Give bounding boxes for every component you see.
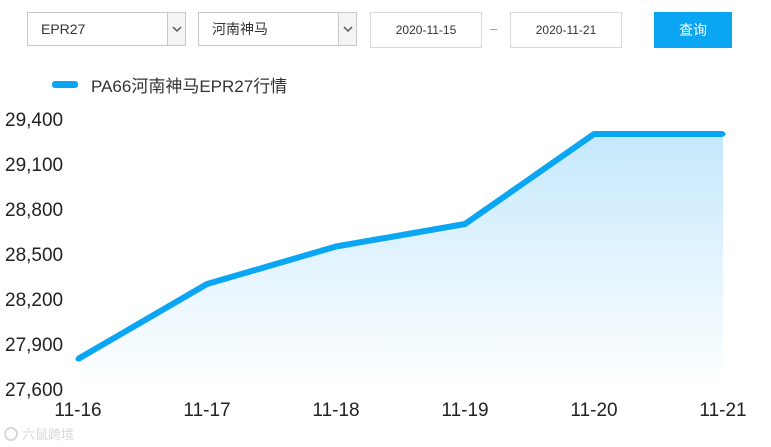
chart-legend[interactable]: PA66河南神马EPR27行情 xyxy=(52,72,287,97)
y-tick-label: 27,900 xyxy=(5,335,63,356)
data-point[interactable] xyxy=(591,131,597,137)
manufacturer-select-value: 河南神马 xyxy=(212,21,268,37)
legend-label: PA66河南神马EPR27行情 xyxy=(91,77,288,96)
start-date-input[interactable]: 2020-11-15 xyxy=(370,12,482,48)
chevron-down-icon[interactable] xyxy=(338,13,356,45)
chevron-down-icon[interactable] xyxy=(167,13,185,45)
grade-select[interactable]: EPR27 xyxy=(27,12,186,46)
y-axis: 27,600 27,900 28,200 28,500 28,800 29,100 29,4… xyxy=(5,110,63,401)
query-button[interactable]: 查询 xyxy=(654,12,732,48)
plot-area xyxy=(75,131,726,389)
data-point[interactable] xyxy=(204,281,210,287)
x-tick-label: 11-19 xyxy=(441,400,488,421)
x-axis: 11-16 11-17 11-18 11-19 11-20 11-21 xyxy=(54,400,746,421)
watermark-logo-icon xyxy=(4,426,18,441)
price-area-chart: 27,600 27,900 28,200 28,500 28,800 29,100 29,4… xyxy=(5,110,747,421)
grade-select-value: EPR27 xyxy=(41,21,86,37)
date-range-separator: – xyxy=(490,21,498,36)
series-area xyxy=(78,134,723,389)
x-tick-label: 11-17 xyxy=(183,400,230,421)
watermark: 六鼠跨境 xyxy=(4,424,74,443)
x-tick-label: 11-20 xyxy=(570,400,617,421)
y-tick-label: 29,100 xyxy=(5,155,63,176)
y-tick-label: 28,200 xyxy=(5,290,63,311)
data-point[interactable] xyxy=(720,131,726,137)
x-tick-label: 11-18 xyxy=(312,400,359,421)
x-tick-label: 11-21 xyxy=(699,400,746,421)
watermark-text: 六鼠跨境 xyxy=(22,427,75,442)
y-tick-label: 28,500 xyxy=(5,245,63,266)
data-point[interactable] xyxy=(462,221,468,227)
data-point[interactable] xyxy=(333,244,339,249)
x-tick-label: 11-16 xyxy=(54,400,101,421)
y-tick-label: 29,400 xyxy=(5,110,63,131)
end-date-input[interactable]: 2020-11-21 xyxy=(510,12,622,48)
data-point[interactable] xyxy=(75,356,81,362)
manufacturer-select[interactable]: 河南神马 xyxy=(198,12,357,46)
y-tick-label: 28,800 xyxy=(5,200,63,221)
legend-swatch xyxy=(52,81,78,88)
y-tick-label: 27,600 xyxy=(5,380,63,401)
